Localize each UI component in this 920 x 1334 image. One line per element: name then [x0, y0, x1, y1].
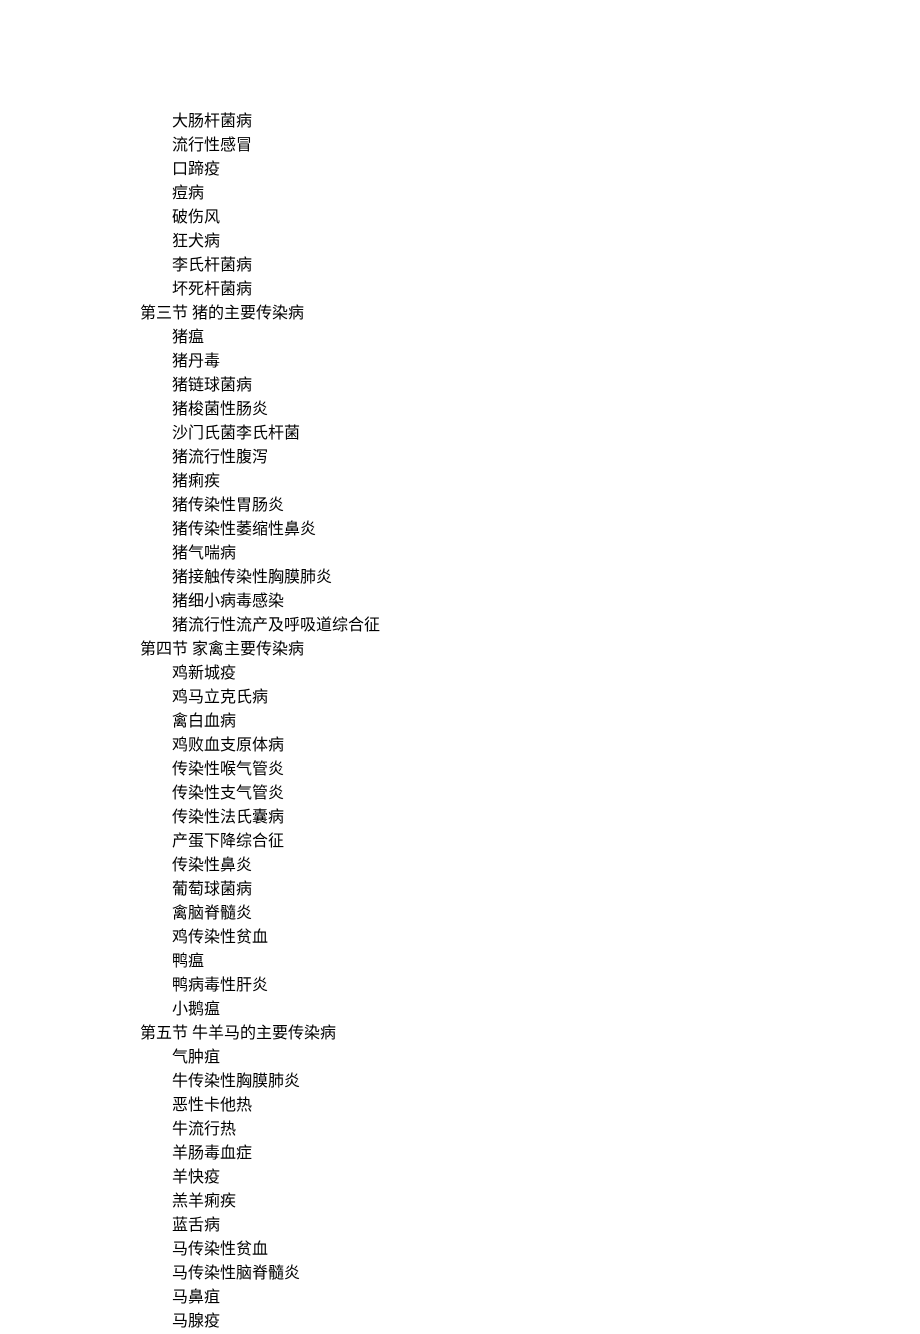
list-item: 产蛋下降综合征 [140, 830, 920, 854]
list-item: 禽白血病 [140, 710, 920, 734]
list-item: 猪链球菌病 [140, 374, 920, 398]
list-item: 猪痢疾 [140, 470, 920, 494]
list-item: 口蹄疫 [140, 158, 920, 182]
list-item: 鸡传染性贫血 [140, 926, 920, 950]
list-item: 鸡马立克氏病 [140, 686, 920, 710]
document-page: 大肠杆菌病 流行性感冒 口蹄疫 痘病 破伤风 狂犬病 李氏杆菌病 坏死杆菌病 第… [0, 0, 920, 1334]
list-item: 猪传染性萎缩性鼻炎 [140, 518, 920, 542]
list-item: 马传染性贫血 [140, 1238, 920, 1262]
list-item: 猪细小病毒感染 [140, 590, 920, 614]
section-5-title: 第五节 牛羊马的主要传染病 [140, 1022, 920, 1046]
list-item: 狂犬病 [140, 230, 920, 254]
list-item: 传染性法氏囊病 [140, 806, 920, 830]
list-item: 马传染性脑脊髓炎 [140, 1262, 920, 1286]
list-item: 流行性感冒 [140, 134, 920, 158]
list-item: 猪流行性腹泻 [140, 446, 920, 470]
list-item: 猪流行性流产及呼吸道综合征 [140, 614, 920, 638]
list-item: 蓝舌病 [140, 1214, 920, 1238]
list-item: 气肿疽 [140, 1046, 920, 1070]
list-item: 李氏杆菌病 [140, 254, 920, 278]
list-item: 传染性鼻炎 [140, 854, 920, 878]
list-item: 马腺疫 [140, 1310, 920, 1334]
list-item: 猪接触传染性胸膜肺炎 [140, 566, 920, 590]
list-item: 鸭病毒性肝炎 [140, 974, 920, 998]
list-item: 猪梭菌性肠炎 [140, 398, 920, 422]
list-item: 猪丹毒 [140, 350, 920, 374]
list-item: 马鼻疽 [140, 1286, 920, 1310]
list-item: 小鹅瘟 [140, 998, 920, 1022]
section-3-title: 第三节 猪的主要传染病 [140, 302, 920, 326]
list-item: 鸡败血支原体病 [140, 734, 920, 758]
list-item: 牛流行热 [140, 1118, 920, 1142]
list-item: 牛传染性胸膜肺炎 [140, 1070, 920, 1094]
list-item: 大肠杆菌病 [140, 110, 920, 134]
section-4-title: 第四节 家禽主要传染病 [140, 638, 920, 662]
list-item: 猪气喘病 [140, 542, 920, 566]
list-item: 猪瘟 [140, 326, 920, 350]
list-item: 羔羊痢疾 [140, 1190, 920, 1214]
list-item: 猪传染性胃肠炎 [140, 494, 920, 518]
list-item: 传染性支气管炎 [140, 782, 920, 806]
list-item: 羊快疫 [140, 1166, 920, 1190]
list-item: 沙门氏菌李氏杆菌 [140, 422, 920, 446]
list-item: 传染性喉气管炎 [140, 758, 920, 782]
list-item: 葡萄球菌病 [140, 878, 920, 902]
list-item: 痘病 [140, 182, 920, 206]
list-item: 禽脑脊髓炎 [140, 902, 920, 926]
list-item: 恶性卡他热 [140, 1094, 920, 1118]
list-item: 羊肠毒血症 [140, 1142, 920, 1166]
list-item: 破伤风 [140, 206, 920, 230]
list-item: 鸭瘟 [140, 950, 920, 974]
list-item: 坏死杆菌病 [140, 278, 920, 302]
list-item: 鸡新城疫 [140, 662, 920, 686]
